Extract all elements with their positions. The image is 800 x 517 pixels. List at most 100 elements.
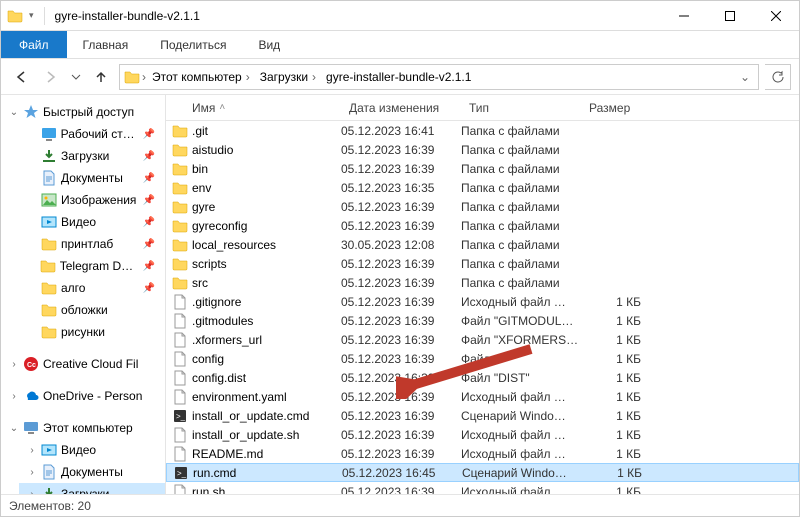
address-dropdown-icon[interactable]: ⌄ <box>736 70 754 84</box>
file-name: .gitmodules <box>192 314 253 328</box>
file-row[interactable]: scripts05.12.2023 16:39Папка с файлами <box>166 254 799 273</box>
folder-icon <box>172 256 188 272</box>
sidebar-item[interactable]: рисунки <box>19 321 165 343</box>
file-icon <box>172 332 188 348</box>
tab-home[interactable]: Главная <box>67 31 145 58</box>
close-button[interactable] <box>753 1 799 31</box>
file-type: Папка с файлами <box>461 124 581 138</box>
back-button[interactable] <box>9 65 33 89</box>
breadcrumb-segment[interactable]: Этот компьютер› <box>148 70 254 84</box>
column-size[interactable]: Размер <box>581 95 651 120</box>
file-row[interactable]: config05.12.2023 16:39Файл1 КБ <box>166 349 799 368</box>
sidebar-item-label: алго <box>61 281 85 295</box>
expand-icon[interactable]: › <box>27 445 37 456</box>
file-date: 05.12.2023 16:45 <box>342 466 462 480</box>
file-row[interactable]: gyre05.12.2023 16:39Папка с файлами <box>166 197 799 216</box>
navigation-pane[interactable]: ⌄ Быстрый доступ Рабочий сто…📌Загрузки📌Д… <box>1 95 166 494</box>
sidebar-item[interactable]: ›Видео <box>19 439 165 461</box>
sidebar-item[interactable]: алго📌 <box>19 277 165 299</box>
file-row[interactable]: environment.yaml05.12.2023 16:39Исходный… <box>166 387 799 406</box>
expand-icon[interactable]: › <box>27 467 37 478</box>
file-row[interactable]: config.dist05.12.2023 16:39Файл "DIST"1 … <box>166 368 799 387</box>
column-date[interactable]: Дата изменения <box>341 95 461 120</box>
breadcrumb-segment[interactable]: gyre-installer-bundle-v2.1.1 <box>322 70 475 84</box>
sidebar-onedrive[interactable]: › OneDrive - Person <box>1 385 165 407</box>
file-row[interactable]: .xformers_url05.12.2023 16:39Файл "XFORM… <box>166 330 799 349</box>
file-row[interactable]: .git05.12.2023 16:41Папка с файлами <box>166 121 799 140</box>
file-icon <box>172 370 188 386</box>
expand-icon[interactable]: ⌄ <box>9 423 19 434</box>
sidebar-item[interactable]: Загрузки📌 <box>19 145 165 167</box>
sidebar-creative-cloud[interactable]: › Creative Cloud Fil <box>1 353 165 375</box>
file-row[interactable]: install_or_update.sh05.12.2023 16:39Исхо… <box>166 425 799 444</box>
column-name[interactable]: Имя˄ <box>166 95 341 120</box>
onedrive-icon <box>23 388 39 404</box>
sidebar-item[interactable]: ›Документы <box>19 461 165 483</box>
file-row[interactable]: src05.12.2023 16:39Папка с файлами <box>166 273 799 292</box>
sidebar-item[interactable]: Рабочий сто…📌 <box>19 123 165 145</box>
file-row[interactable]: bin05.12.2023 16:39Папка с файлами <box>166 159 799 178</box>
sidebar-item[interactable]: Документы📌 <box>19 167 165 189</box>
file-name: src <box>192 276 208 290</box>
file-row[interactable]: run.cmd05.12.2023 16:45Сценарий Windo…1 … <box>166 463 799 482</box>
file-type: Файл "DIST" <box>461 371 581 385</box>
sidebar-item[interactable]: ›Загрузки <box>19 483 165 494</box>
chevron-right-icon[interactable]: › <box>142 70 146 84</box>
cmd-icon <box>173 465 189 481</box>
folder-icon <box>172 123 188 139</box>
maximize-button[interactable] <box>707 1 753 31</box>
file-name: config <box>192 352 224 366</box>
file-icon <box>172 389 188 405</box>
file-row[interactable]: run.sh05.12.2023 16:39Исходный файл …1 К… <box>166 482 799 494</box>
expand-icon[interactable]: › <box>9 391 19 402</box>
sidebar-item-label: обложки <box>61 303 108 317</box>
sidebar-item[interactable]: Telegram Deskto📌 <box>19 255 165 277</box>
file-row[interactable]: env05.12.2023 16:35Папка с файлами <box>166 178 799 197</box>
file-row[interactable]: install_or_update.cmd05.12.2023 16:39Сце… <box>166 406 799 425</box>
sidebar-this-pc[interactable]: ⌄ Этот компьютер <box>1 417 165 439</box>
sidebar-item[interactable]: обложки <box>19 299 165 321</box>
sidebar-quick-access[interactable]: ⌄ Быстрый доступ <box>1 101 165 123</box>
file-row[interactable]: .gitmodules05.12.2023 16:39Файл "GITMODU… <box>166 311 799 330</box>
file-name: config.dist <box>192 371 246 385</box>
breadcrumb-segment[interactable]: Загрузки› <box>256 70 320 84</box>
pin-icon: 📌 <box>143 195 155 206</box>
file-icon <box>172 351 188 367</box>
file-row[interactable]: aistudio05.12.2023 16:39Папка с файлами <box>166 140 799 159</box>
file-date: 05.12.2023 16:39 <box>341 409 461 423</box>
file-list[interactable]: .git05.12.2023 16:41Папка с файламиaistu… <box>166 121 799 494</box>
sidebar-item-label: Telegram Deskto <box>60 259 139 273</box>
file-name: .gitignore <box>192 295 241 309</box>
file-date: 05.12.2023 16:39 <box>341 276 461 290</box>
file-row[interactable]: .gitignore05.12.2023 16:39Исходный файл … <box>166 292 799 311</box>
recent-dropdown[interactable] <box>69 65 83 89</box>
expand-icon[interactable]: › <box>9 359 19 370</box>
downloads-icon <box>41 486 57 494</box>
minimize-button[interactable] <box>661 1 707 31</box>
expand-icon[interactable]: ⌄ <box>9 107 19 118</box>
file-size: 1 КБ <box>581 447 651 461</box>
tab-file[interactable]: Файл <box>1 31 67 58</box>
file-type: Исходный файл … <box>461 485 581 495</box>
qat-dropdown-icon[interactable]: ▾ <box>29 10 34 21</box>
file-row[interactable]: local_resources30.05.2023 12:08Папка с ф… <box>166 235 799 254</box>
file-date: 05.12.2023 16:35 <box>341 181 461 195</box>
sidebar-item[interactable]: принтлаб📌 <box>19 233 165 255</box>
file-row[interactable]: gyreconfig05.12.2023 16:39Папка с файлам… <box>166 216 799 235</box>
file-row[interactable]: README.md05.12.2023 16:39Исходный файл …… <box>166 444 799 463</box>
sidebar-item[interactable]: Видео📌 <box>19 211 165 233</box>
column-type[interactable]: Тип <box>461 95 581 120</box>
forward-button[interactable] <box>39 65 63 89</box>
status-text: Элементов: 20 <box>9 499 91 513</box>
tab-view[interactable]: Вид <box>242 31 296 58</box>
tab-share[interactable]: Поделиться <box>144 31 242 58</box>
breadcrumb[interactable]: › Этот компьютер› Загрузки› gyre-install… <box>119 64 759 90</box>
refresh-button[interactable] <box>765 64 791 90</box>
up-button[interactable] <box>89 65 113 89</box>
file-date: 30.05.2023 12:08 <box>341 238 461 252</box>
pin-icon: 📌 <box>143 173 155 184</box>
file-icon <box>172 484 188 495</box>
sidebar-item-label: Видео <box>61 215 96 229</box>
folder-icon <box>172 275 188 291</box>
sidebar-item[interactable]: Изображения📌 <box>19 189 165 211</box>
